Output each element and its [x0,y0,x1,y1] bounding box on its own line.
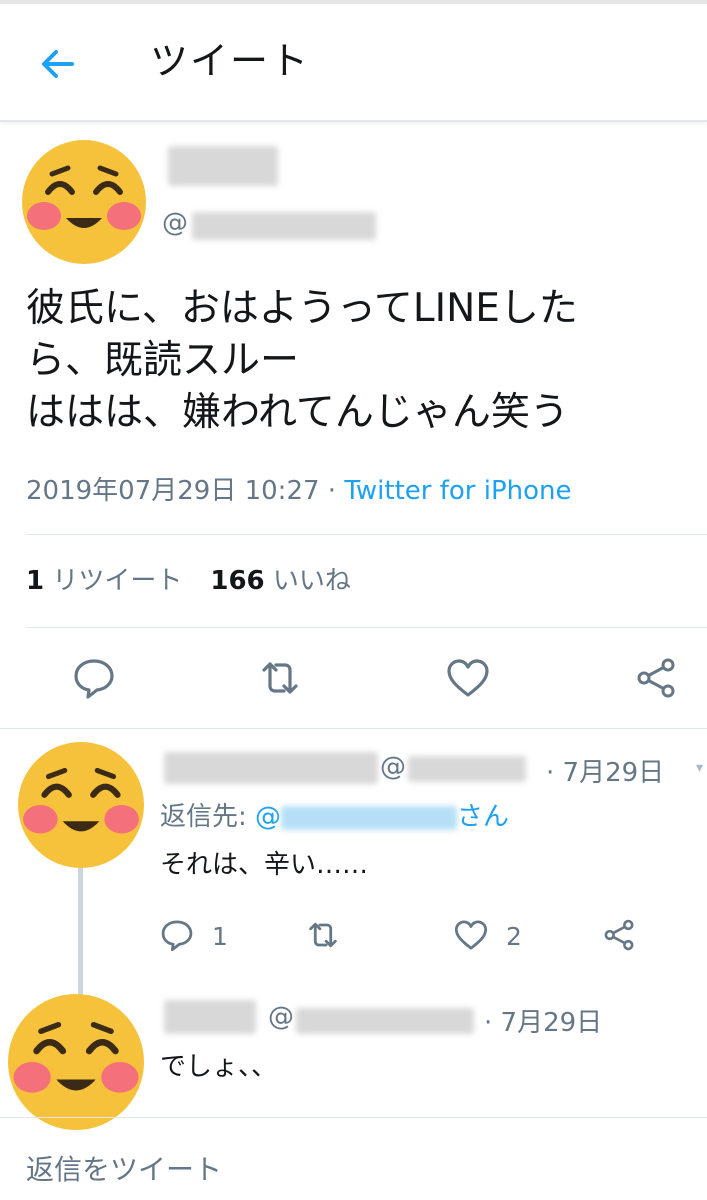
reply-to-redacted [281,805,458,830]
reply-text: でしょ、、 [160,1052,278,1082]
reply-handle-redacted [296,1008,474,1034]
like-label: いいね [264,566,351,596]
share-icon[interactable] [602,918,636,952]
chevron-down-icon[interactable]: ▾ [696,760,703,776]
reply-icon[interactable] [72,656,116,700]
reply-name-redacted [164,752,378,784]
handle-redacted [192,212,376,240]
reply-count: 1 [212,922,228,951]
retweet-icon[interactable] [306,918,340,952]
reply-text: それは、辛い…… [160,850,369,880]
reply-to-label: 返信先: [160,802,256,832]
retweet-label: リツイート [44,566,183,596]
tweet-timestamp[interactable]: 2019年07月29日 10:27 [26,476,320,506]
reply-name-redacted [164,1000,256,1034]
retweet-icon[interactable] [258,656,302,700]
tweet-line-2: ら、既読スルー [26,338,300,383]
like-stat[interactable]: 166 いいね [210,566,351,596]
reply-composer-input[interactable]: 返信をツイート [26,1148,222,1188]
divider [0,728,707,729]
like-count: 166 [210,566,265,596]
handle-prefix: @ [268,1002,294,1032]
like-icon[interactable] [446,656,490,700]
user-handle[interactable]: @ [162,208,188,238]
tweet-meta: 2019年07月29日 10:27 · Twitter for iPhone [26,473,572,509]
reply-date[interactable]: · 7月29日 [546,752,664,789]
like-icon[interactable] [454,918,488,952]
reply-icon[interactable] [160,918,194,952]
reply-to: 返信先: @ さん [160,796,509,833]
handle-prefix: @ [380,752,406,782]
tweet-line-3: ははは、嫌われてんじゃん笑う [26,390,569,435]
tweet-source[interactable]: Twitter for iPhone [344,476,571,506]
reply-handle[interactable]: @ [380,752,406,782]
display-name-redacted [168,146,278,186]
like-count: 2 [506,922,522,951]
divider [26,627,707,628]
divider [0,1117,707,1118]
reply-to-suffix[interactable]: さん [457,802,509,832]
page-title: ツイート [150,39,311,83]
back-arrow-icon[interactable] [34,40,82,88]
reply-handle-redacted [408,756,526,782]
tweet-text: 彼氏に、おはようってLINEした ら、既読スルー ははは、嫌われてんじゃん笑う [26,283,686,439]
handle-prefix: @ [162,208,188,238]
retweet-stat[interactable]: 1 リツイート [26,566,182,596]
meta-separator: · [319,476,345,506]
divider [26,534,707,535]
reply-date[interactable]: · 7月29日 [484,1002,602,1039]
avatar[interactable] [22,140,146,264]
retweet-count: 1 [26,566,45,596]
reply-to-prefix[interactable]: @ [255,802,281,832]
tweet-line-1: 彼氏に、おはようってLINEした [26,286,578,331]
reply-avatar[interactable] [8,994,144,1130]
reply-handle[interactable]: @ [268,1002,294,1032]
tweet-stats: 1 リツイート 166 いいね [26,563,351,599]
thread-connector [78,868,83,998]
top-app-bar [0,0,707,122]
share-icon[interactable] [634,656,678,700]
reply-avatar[interactable] [18,742,144,868]
